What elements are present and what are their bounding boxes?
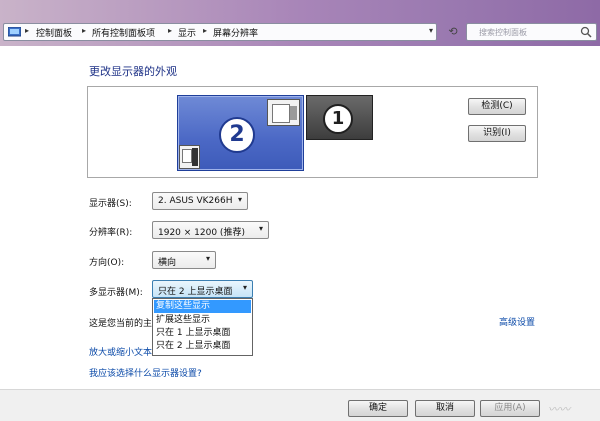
window-title-bar: ▸ 控制面板 ▸ 所有控制面板项 ▸ 显示 ▸ 屏幕分辨率 ▾ ⟲ 搜索控制面板 bbox=[0, 0, 600, 46]
breadcrumb-chevron-icon[interactable]: ▸ bbox=[82, 26, 86, 35]
display-label: 显示器(S): bbox=[89, 199, 132, 209]
dropdown-option-only-2[interactable]: 只在 2 上显示桌面 bbox=[154, 340, 251, 353]
resolution-select[interactable]: 1920 × 1200 (推荐) ▾ bbox=[152, 221, 269, 239]
multi-display-dropdown: 复制这些显示 扩展这些显示 只在 1 上显示桌面 只在 2 上显示桌面 bbox=[152, 298, 253, 356]
address-dropdown-icon[interactable]: ▾ bbox=[429, 26, 433, 35]
monitor-1-number: 1 bbox=[331, 108, 345, 129]
search-icon[interactable] bbox=[580, 26, 592, 38]
display-select[interactable]: 2. ASUS VK266H ▾ bbox=[152, 192, 248, 210]
watermark-logo: 〰〰 bbox=[548, 403, 570, 416]
identify-button[interactable]: 识别(I) bbox=[468, 125, 526, 142]
display-value: 2. ASUS VK266H bbox=[158, 196, 233, 206]
detect-button[interactable]: 检测(C) bbox=[468, 98, 526, 115]
resize-text-link[interactable]: 放大或缩小文本 bbox=[89, 345, 152, 358]
monitor-2-number: 2 bbox=[229, 122, 245, 147]
orientation-value: 横向 bbox=[158, 258, 177, 268]
resolution-label: 分辨率(R): bbox=[89, 228, 133, 238]
search-input[interactable]: 搜索控制面板 bbox=[466, 23, 597, 41]
advanced-settings-link[interactable]: 高级设置 bbox=[499, 315, 535, 328]
chevron-down-icon: ▾ bbox=[242, 283, 247, 292]
breadcrumb-chevron-icon[interactable]: ▸ bbox=[203, 26, 207, 35]
monitor-1-number-badge: 1 bbox=[323, 104, 353, 134]
orientation-label: 方向(O): bbox=[89, 258, 125, 268]
cancel-button[interactable]: 取消 bbox=[415, 400, 475, 417]
info-text: 这是您当前的主 bbox=[89, 319, 153, 329]
chevron-down-icon: ▾ bbox=[237, 195, 242, 204]
monitor-2-number-badge: 2 bbox=[219, 117, 255, 153]
refresh-icon[interactable]: ⟲ bbox=[443, 23, 463, 41]
which-settings-link[interactable]: 我应该选择什么显示器设置? bbox=[89, 366, 202, 379]
dropdown-option-duplicate[interactable]: 复制这些显示 bbox=[154, 300, 251, 313]
dropdown-option-extend[interactable]: 扩展这些显示 bbox=[154, 314, 251, 327]
search-placeholder: 搜索控制面板 bbox=[479, 28, 527, 37]
chevron-down-icon: ▾ bbox=[258, 224, 263, 233]
address-bar[interactable]: ▸ 控制面板 ▸ 所有控制面板项 ▸ 显示 ▸ 屏幕分辨率 ▾ bbox=[3, 23, 437, 41]
page-title: 更改显示器的外观 bbox=[89, 65, 177, 78]
desktop-thumbnail-icon bbox=[179, 145, 200, 169]
apply-button[interactable]: 应用(A) bbox=[480, 400, 540, 417]
ok-button[interactable]: 确定 bbox=[348, 400, 408, 417]
breadcrumb-chevron-icon[interactable]: ▸ bbox=[168, 26, 172, 35]
breadcrumb-display[interactable]: 显示 bbox=[178, 26, 196, 39]
breadcrumb-all-items[interactable]: 所有控制面板项 bbox=[92, 26, 155, 39]
multi-display-label: 多显示器(M): bbox=[89, 288, 143, 298]
breadcrumb-control-panel[interactable]: 控制面板 bbox=[36, 26, 72, 39]
resolution-value: 1920 × 1200 (推荐) bbox=[158, 228, 245, 238]
dropdown-option-only-1[interactable]: 只在 1 上显示桌面 bbox=[154, 327, 251, 340]
monitor-thumbnail-icon bbox=[267, 99, 300, 126]
breadcrumb-screen-resolution[interactable]: 屏幕分辨率 bbox=[213, 26, 258, 39]
orientation-select[interactable]: 横向 ▾ bbox=[152, 251, 216, 269]
multi-display-select[interactable]: 只在 2 上显示桌面 ▾ bbox=[152, 280, 253, 298]
breadcrumb-chevron-icon[interactable]: ▸ bbox=[25, 26, 29, 35]
control-panel-icon bbox=[8, 27, 21, 37]
chevron-down-icon: ▾ bbox=[205, 254, 210, 263]
multi-display-value: 只在 2 上显示桌面 bbox=[158, 287, 233, 297]
